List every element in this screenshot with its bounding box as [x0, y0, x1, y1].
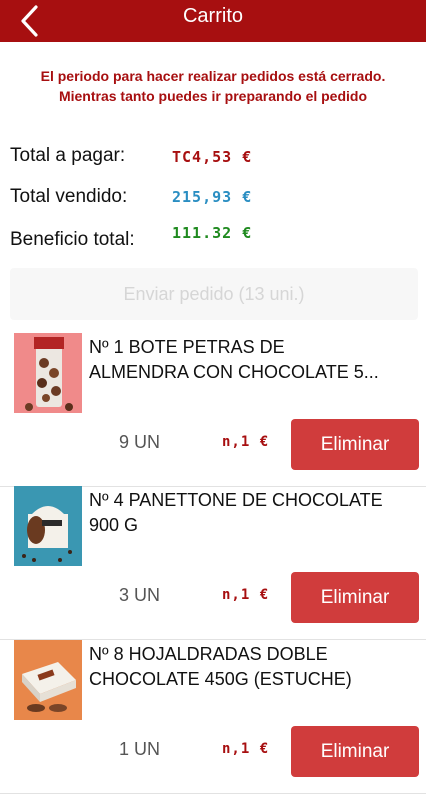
page-title: Carrito [182, 5, 243, 27]
total-profit-value: 111.32 € [172, 224, 253, 242]
delete-item-button[interactable]: Eliminar [291, 572, 419, 623]
cart-item: Nº 4 PANETTONE DE CHOCOLATE 900 G 3 UN n… [0, 486, 426, 640]
product-price: n,1 € [222, 434, 270, 450]
total-to-pay-value: TC4,53 € [172, 148, 253, 166]
product-price: n,1 € [222, 587, 270, 603]
product-name: Nº 4 PANETTONE DE CHOCOLATE 900 G [89, 490, 383, 535]
total-profit-label: Beneficio total: [10, 229, 135, 250]
app-header: Carrito [0, 0, 426, 42]
cart-item: Nº 1 BOTE PETRAS DE ALMENDRA CON CHOCOLA… [0, 333, 426, 487]
product-image [14, 486, 82, 566]
product-price: n,1 € [222, 741, 270, 757]
order-prepare-notice: Mientras tanto puedes ir preparando el p… [58, 88, 368, 104]
product-quantity: 1 UN [119, 739, 161, 759]
cart-item: Nº 8 HOJALDRADAS DOBLE CHOCOLATE 450G (E… [0, 640, 426, 794]
product-name: Nº 1 BOTE PETRAS DE ALMENDRA CON CHOCOLA… [89, 337, 379, 382]
product-image [14, 333, 82, 413]
delete-item-button[interactable]: Eliminar [291, 419, 419, 470]
total-sold-label: Total vendido: [10, 186, 128, 207]
product-image [14, 640, 82, 720]
send-order-button[interactable]: Enviar pedido (13 uni.) [10, 268, 418, 320]
total-sold-value: 215,93 € [172, 188, 253, 206]
product-quantity: 3 UN [119, 585, 161, 605]
product-name: Nº 8 HOJALDRADAS DOBLE CHOCOLATE 450G (E… [89, 644, 352, 689]
total-to-pay-label: Total a pagar: [10, 145, 126, 166]
product-quantity: 9 UN [119, 432, 161, 452]
delete-item-button[interactable]: Eliminar [291, 726, 419, 777]
order-closed-notice: El periodo para hacer realizar pedidos e… [40, 68, 386, 84]
